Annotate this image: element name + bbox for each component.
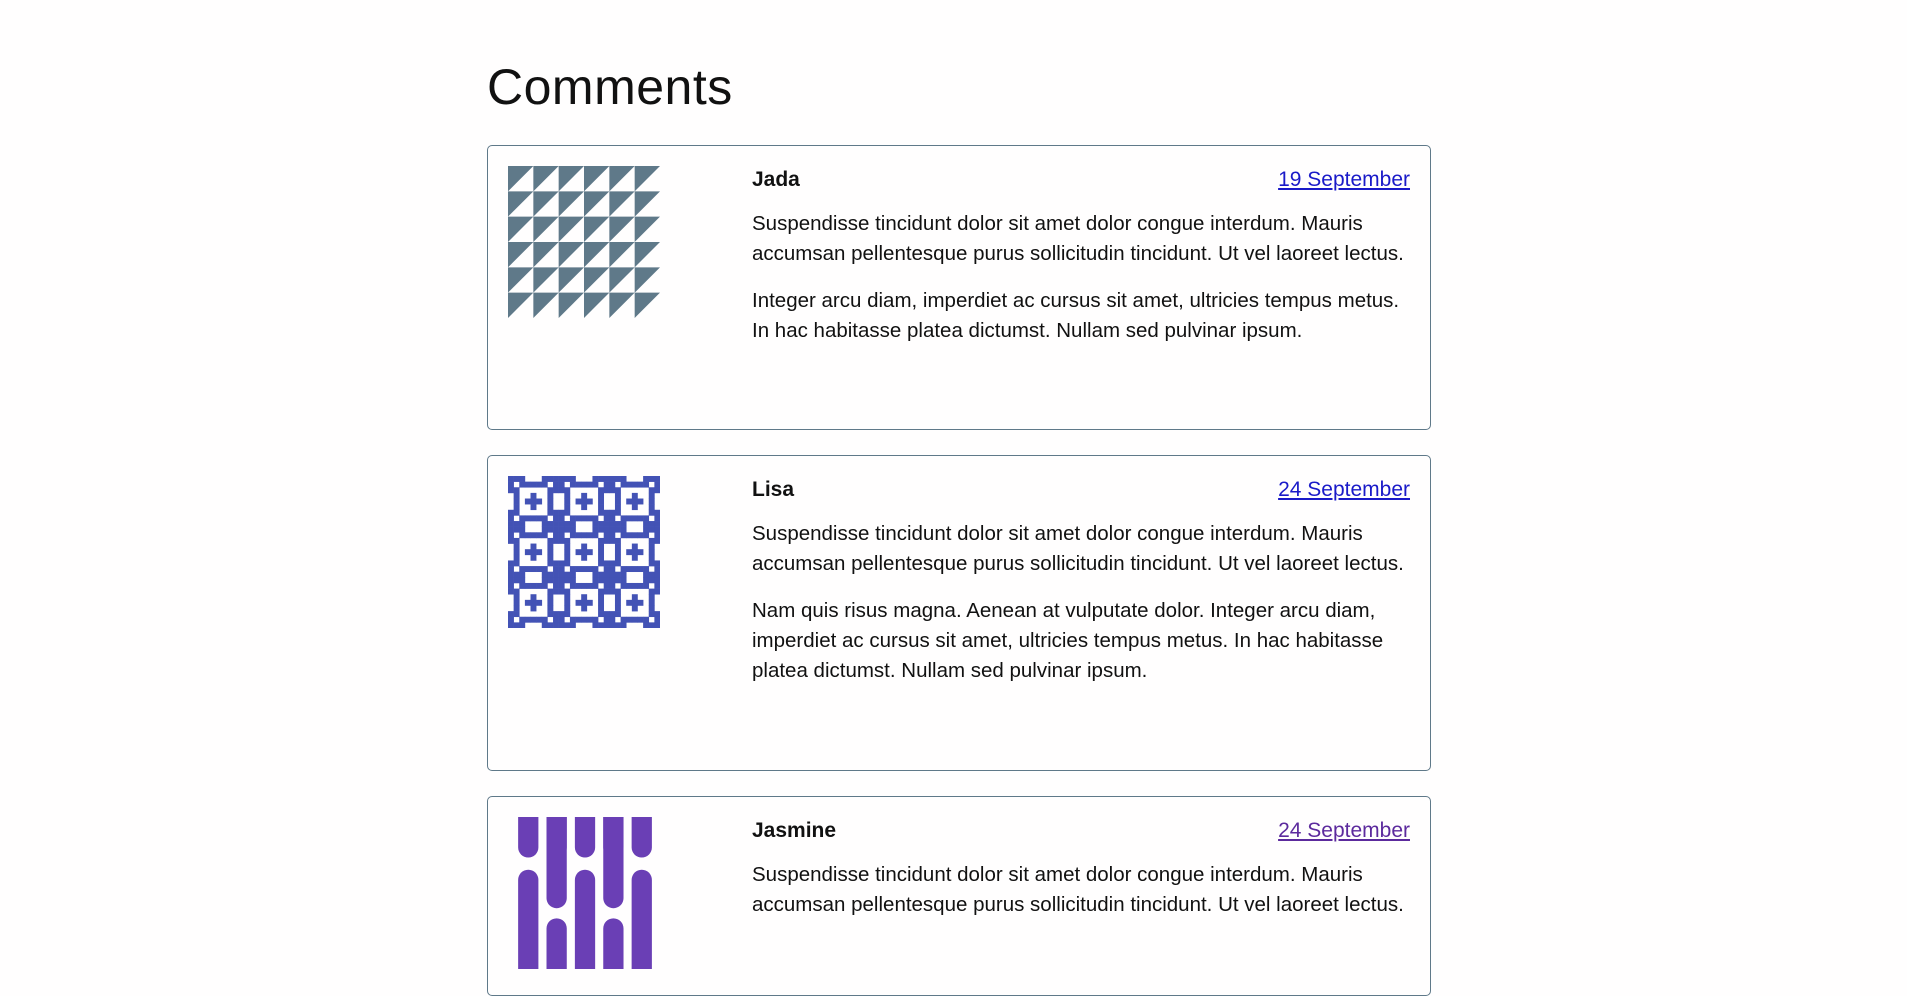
bar-pattern-avatar [518,817,652,969]
comment-date-link[interactable]: 24 September [1278,478,1410,502]
comment-paragraph: Nam quis risus magna. Aenean at vulputat… [752,599,1384,682]
comment-date-link[interactable]: 19 September [1278,168,1410,192]
comment-paragraph: Suspendisse tincidunt dolor sit amet dol… [752,522,1404,575]
comment-card: Lisa 24 September Suspendisse tincidunt … [487,455,1431,771]
comment-paragraph: Suspendisse tincidunt dolor sit amet dol… [752,212,1404,265]
comment-author: Lisa [752,478,795,501]
page-title: Comments [487,59,733,115]
triangle-pattern-avatar [508,166,660,318]
comment-date-link[interactable]: 24 September [1278,819,1410,843]
comment-card: Jasmine 24 September Suspendisse tincidu… [487,796,1431,996]
comment-author: Jasmine [752,819,837,842]
comment-paragraph: Integer arcu diam, imperdiet ac cursus s… [752,289,1400,342]
comment-paragraph: Suspendisse tincidunt dolor sit amet dol… [752,863,1404,916]
comment-author: Jada [752,168,800,191]
comment-card: Jada 19 September Suspendisse tincidunt … [487,145,1431,430]
pixel-pattern-avatar [508,476,660,628]
